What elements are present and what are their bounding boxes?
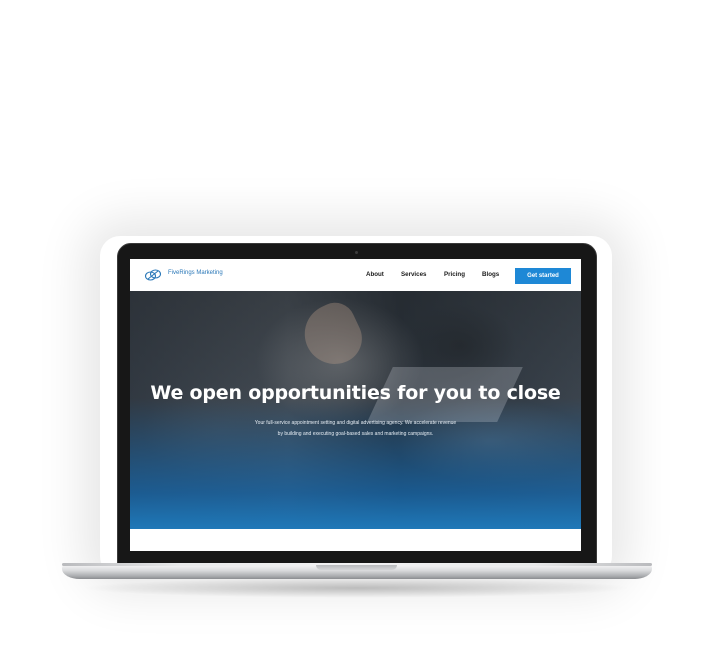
hero-subtitle: Your full-service appointment setting an…	[225, 418, 486, 440]
laptop-notch	[316, 565, 397, 570]
hero-subtitle-line-1: Your full-service appointment setting an…	[254, 420, 457, 426]
hero-photo-arm	[294, 296, 371, 374]
hero-title: We open opportunities for you to close	[150, 382, 561, 404]
nav-link-about[interactable]: About	[366, 271, 384, 278]
get-started-button[interactable]: Get started	[515, 268, 571, 284]
hero-section: We open opportunities for you to close Y…	[130, 291, 581, 529]
nav-link-pricing[interactable]: Pricing	[444, 271, 465, 278]
nav-link-blogs[interactable]: Blogs	[482, 271, 499, 278]
laptop-screen: FiveRings Marketing About Services Prici…	[130, 259, 581, 551]
base-shadow	[80, 578, 633, 598]
mockup-stage: FiveRings Marketing About Services Prici…	[0, 0, 713, 658]
site-header: FiveRings Marketing About Services Prici…	[130, 259, 581, 291]
next-section	[130, 529, 581, 551]
brand-name[interactable]: FiveRings Marketing	[168, 270, 223, 276]
camera-icon	[355, 251, 358, 254]
nav-link-services[interactable]: Services	[401, 271, 426, 278]
linked-rings-icon[interactable]	[144, 268, 162, 282]
hero-subtitle-line-2: by building and executing goal-based sal…	[277, 431, 434, 437]
